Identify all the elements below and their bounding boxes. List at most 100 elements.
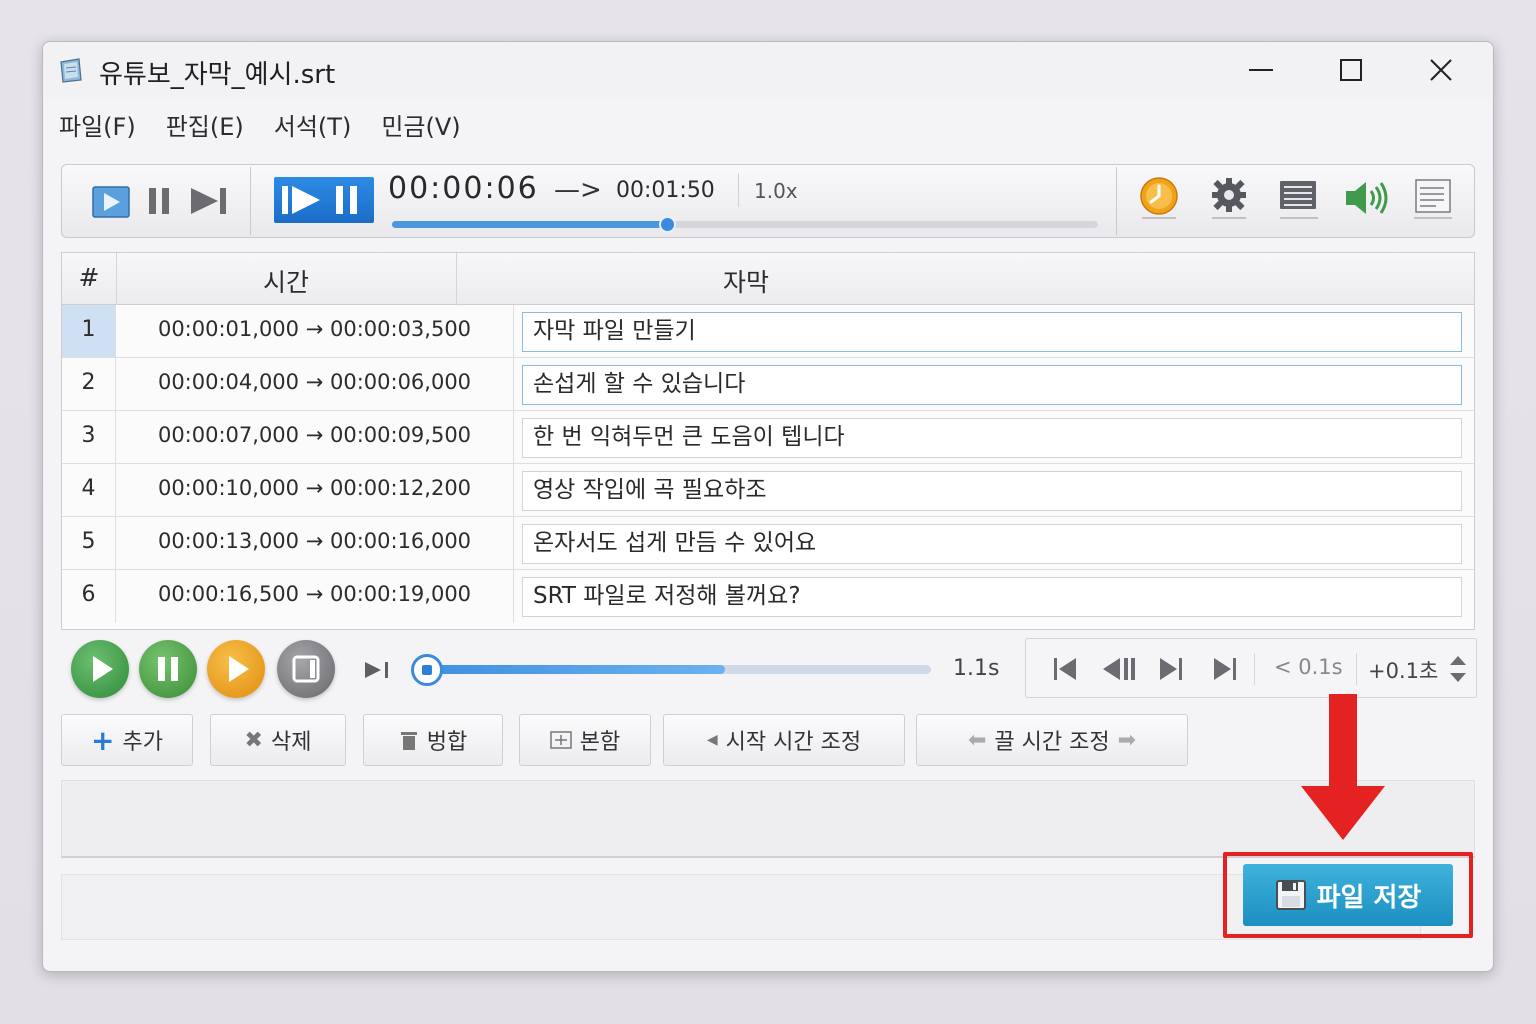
next-icon[interactable] xyxy=(1156,655,1186,683)
nudge-plus-button[interactable]: +0.1초 xyxy=(1368,655,1438,685)
floppy-disk-icon xyxy=(1275,880,1306,910)
minimize-icon xyxy=(1249,69,1273,71)
row-number: 3 xyxy=(62,411,116,463)
playback-rate[interactable]: 1.0x xyxy=(754,179,798,203)
toolbar-progress-knob[interactable] xyxy=(659,216,677,233)
split-icon xyxy=(550,731,572,749)
nav-separator xyxy=(1254,653,1255,685)
time-arrow: —> xyxy=(554,175,602,205)
subtitle-table: # 시간 자막 1 00:00:01,000 → 00:00:03,500 자막… xyxy=(61,252,1475,630)
first-icon[interactable] xyxy=(1050,655,1080,683)
menu-file[interactable]: 파일(F) xyxy=(59,107,136,142)
header-subtitle: 자막 xyxy=(722,268,769,297)
row-number: 2 xyxy=(62,358,116,410)
app-window: 유튜보_자막_예시.srt 파일(F) 판집(E) 서석(T) 민금(V) 00… xyxy=(42,41,1494,972)
green-pause-button[interactable] xyxy=(139,640,197,698)
window-title: 유튜보_자막_예시.srt xyxy=(99,60,336,90)
maximize-button[interactable] xyxy=(1321,50,1381,90)
seek-bar[interactable] xyxy=(415,665,931,674)
row-time: 00:00:01,000 → 00:00:03,500 xyxy=(116,305,514,357)
merge-label: 벙합 xyxy=(426,730,468,755)
stop-button[interactable] xyxy=(277,640,335,698)
last-icon[interactable] xyxy=(1210,655,1240,683)
merge-button[interactable]: 벙합 xyxy=(363,714,503,766)
toolbar-separator xyxy=(250,167,251,235)
play-pause-button[interactable] xyxy=(274,177,374,223)
notes-icon[interactable] xyxy=(1410,175,1456,221)
subtitle-text-field[interactable]: 온자서도 섭게 만듬 수 있어요 xyxy=(522,524,1462,564)
pause-icon xyxy=(158,657,178,681)
app-file-icon xyxy=(60,58,82,83)
subtitle-text-field[interactable]: 자막 파일 만들기 xyxy=(522,312,1462,352)
toolbar-separator xyxy=(1116,167,1117,235)
toolbar-progress-bar[interactable] xyxy=(392,216,1098,233)
minimize-button[interactable] xyxy=(1231,50,1291,90)
subtitle-text-field[interactable]: 한 번 익혀두먼 큰 도음이 텝니다 xyxy=(522,418,1462,458)
status-panel xyxy=(61,874,1421,940)
play-icon xyxy=(93,656,113,682)
table-row[interactable]: 6 00:00:16,500 → 00:00:19,000 SRT 파일로 저정… xyxy=(62,570,1474,623)
menu-edit[interactable]: 판집(E) xyxy=(166,107,244,142)
skip-next-icon[interactable] xyxy=(188,185,230,217)
stepper-icon[interactable] xyxy=(1448,653,1468,685)
row-time: 00:00:13,000 → 00:00:16,000 xyxy=(116,517,514,569)
rate-separator xyxy=(738,173,739,207)
row-number: 5 xyxy=(62,517,116,569)
table-header: # 시간 자막 xyxy=(62,253,1474,305)
pause-icon[interactable] xyxy=(146,185,174,217)
subtitle-text-field[interactable]: 손섭게 할 수 있습니다 xyxy=(522,365,1462,405)
adjust-end-button[interactable]: ⬅ 끌 시간 조정 ➡ xyxy=(916,714,1188,766)
adjust-start-button[interactable]: ◀ 시작 시간 조정 xyxy=(663,714,905,766)
save-file-button[interactable]: 파일 저장 xyxy=(1243,864,1453,926)
skip-next-icon[interactable] xyxy=(361,656,395,684)
split-button[interactable]: 본함 xyxy=(519,714,651,766)
row-number: 4 xyxy=(62,464,116,516)
menu-view[interactable]: 민금(V) xyxy=(381,107,460,142)
previous-icon[interactable] xyxy=(1100,655,1138,683)
list-icon[interactable] xyxy=(1276,177,1322,221)
subtitle-text-field[interactable]: 영상 작입에 곡 필요하조 xyxy=(522,471,1462,511)
orange-play-button[interactable] xyxy=(207,640,265,698)
timer-icon[interactable] xyxy=(1136,175,1182,221)
row-time: 00:00:04,000 → 00:00:06,000 xyxy=(116,358,514,410)
row-time: 00:00:10,000 → 00:00:12,200 xyxy=(116,464,514,516)
row-time: 00:00:16,500 → 00:00:19,000 xyxy=(116,570,514,623)
adjust-end-label: 끌 시간 조정 xyxy=(994,730,1110,755)
add-label: 추가 xyxy=(122,730,163,755)
row-time: 00:00:07,000 → 00:00:09,500 xyxy=(116,411,514,463)
green-play-button[interactable] xyxy=(71,640,129,698)
close-button[interactable] xyxy=(1411,50,1471,90)
volume-icon[interactable] xyxy=(1342,177,1394,221)
seek-knob[interactable] xyxy=(411,654,443,686)
table-row[interactable]: 4 00:00:10,000 → 00:00:12,200 영상 작입에 곡 필… xyxy=(62,464,1474,517)
subtitle-text-field[interactable]: SRT 파일로 저정해 볼꺼요? xyxy=(522,577,1462,617)
menu-bar: 파일(F) 판집(E) 서석(T) 민금(V) xyxy=(43,102,1493,146)
play-icon[interactable] xyxy=(92,185,132,219)
red-arrow-annotation xyxy=(1301,694,1385,840)
title-bar: 유튜보_자막_예시.srt xyxy=(43,42,1493,98)
close-icon xyxy=(1430,59,1452,81)
nudge-minus-button[interactable]: < 0.1s xyxy=(1274,655,1343,679)
play-icon xyxy=(229,656,249,682)
seek-bar-fill xyxy=(415,665,725,674)
gear-icon[interactable] xyxy=(1206,175,1252,221)
right-arrow-icon: ➡ xyxy=(1117,727,1137,753)
x-icon: ✖ xyxy=(244,727,263,753)
row-number: 1 xyxy=(62,305,116,357)
table-row[interactable]: 1 00:00:01,000 → 00:00:03,500 자막 파일 만들기 xyxy=(62,305,1474,358)
add-button[interactable]: + 추가 xyxy=(61,714,193,766)
current-time: 00:00:06 xyxy=(388,171,539,206)
total-time: 00:01:50 xyxy=(616,178,715,203)
toolbar-progress-fill xyxy=(392,221,668,228)
table-row[interactable]: 2 00:00:04,000 → 00:00:06,000 손섭게 할 수 있습… xyxy=(62,358,1474,411)
save-file-label: 파일 저장 xyxy=(1316,882,1422,913)
table-row[interactable]: 5 00:00:13,000 → 00:00:16,000 온자서도 섭게 만듬… xyxy=(62,517,1474,570)
trash-icon xyxy=(400,732,417,750)
nav-separator xyxy=(1356,653,1357,685)
delete-button[interactable]: ✖ 삭제 xyxy=(210,714,346,766)
preview-panel xyxy=(61,780,1475,858)
table-row[interactable]: 3 00:00:07,000 → 00:00:09,500 한 번 익혀두먼 큰… xyxy=(62,411,1474,464)
menu-format[interactable]: 서석(T) xyxy=(274,107,352,142)
plus-icon: + xyxy=(91,723,115,757)
play-pause-icon xyxy=(282,186,357,214)
